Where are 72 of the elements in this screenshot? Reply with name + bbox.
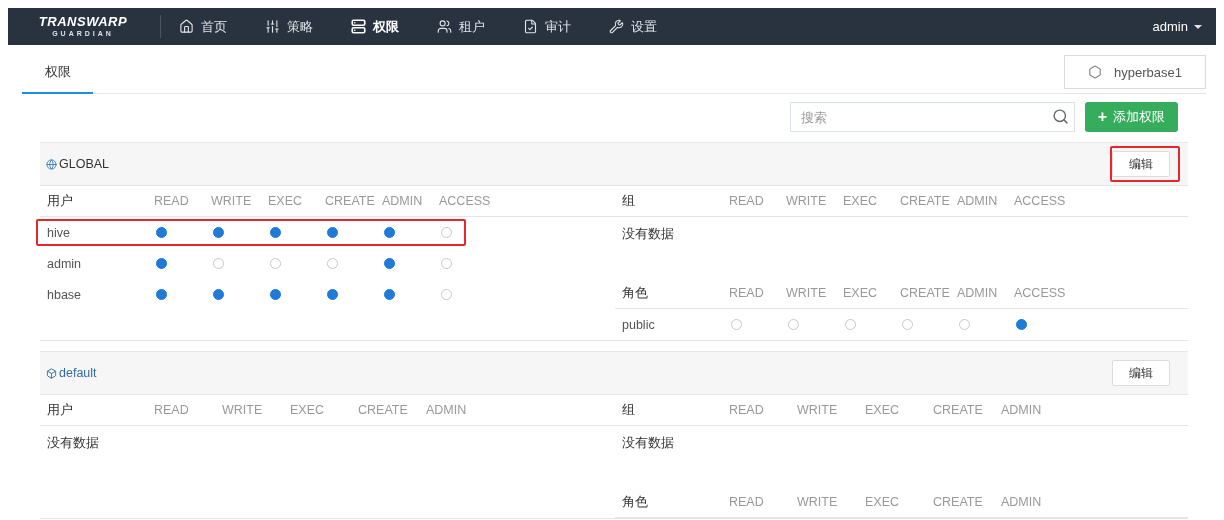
column-header: 角色 [622,284,649,302]
section-title: default [59,366,97,380]
edit-button[interactable]: 编辑 [1112,151,1170,177]
nav-item[interactable]: 租户 [437,13,485,40]
caret-icon [1194,24,1202,29]
empty-text: 没有数据 [46,435,100,452]
column-header: READ [729,286,765,300]
column-header: EXEC [865,495,901,509]
column-header: WRITE [786,194,828,208]
users-icon [437,19,452,34]
nav-item[interactable]: 审计 [523,13,571,40]
service-selector[interactable]: hyperbase1 [1064,55,1206,89]
user-menu[interactable]: admin [1152,19,1202,34]
tab[interactable]: 权限 [22,51,93,94]
column-header: EXEC [290,403,326,417]
nav-item[interactable]: 权限 [351,13,399,40]
user-name: hive [47,225,71,240]
empty-text: 没有数据 [621,226,675,243]
column-header: 角色 [622,493,649,511]
file-check-icon [523,19,538,34]
column-header: READ [729,403,765,417]
column-header: CREATE [325,194,376,208]
column-header: CREATE [358,403,409,417]
column-header: ACCESS [1014,194,1067,208]
column-header: 用户 [47,401,74,419]
column-header: EXEC [268,194,304,208]
column-header: CREATE [900,286,951,300]
nav-item[interactable]: 策略 [265,13,313,40]
user-name: admin [47,256,83,271]
column-header: ADMIN [426,403,468,417]
column-header: 用户 [47,192,74,210]
nav-item[interactable]: 设置 [609,13,657,40]
server-icon [351,19,366,34]
column-header: WRITE [222,403,264,417]
globe-icon [46,158,57,170]
user-name: public [622,317,656,332]
column-header: READ [729,194,765,208]
section-title: GLOBAL [59,157,110,171]
service-icon [1088,65,1102,79]
wrench-icon [609,19,624,34]
column-header: WRITE [786,286,828,300]
column-header: CREATE [933,495,984,509]
column-header: WRITE [797,403,839,417]
column-header: READ [154,403,190,417]
nav-item[interactable]: 首页 [179,13,227,40]
column-header: EXEC [843,286,879,300]
column-header: CREATE [900,194,951,208]
column-header: ADMIN [382,194,424,208]
search-icon [1052,108,1069,125]
column-header: 组 [622,192,636,210]
empty-text: 没有数据 [621,435,675,452]
sliders-icon [265,19,280,34]
column-header: ADMIN [957,286,999,300]
column-header: WRITE [797,495,839,509]
cube-icon [46,367,57,379]
user-name: hbase [47,287,83,302]
column-header: CREATE [933,403,984,417]
column-header: EXEC [865,403,901,417]
column-header: READ [729,495,765,509]
search-field[interactable]: 搜索 [790,102,1075,132]
column-header: ADMIN [957,194,999,208]
column-header: 组 [622,401,636,419]
column-header: ACCESS [439,194,492,208]
column-header: READ [154,194,190,208]
column-header: ADMIN [1001,495,1043,509]
edit-button[interactable]: 编辑 [1112,360,1170,386]
column-header: EXEC [843,194,879,208]
logo-title: TRANSWARP [38,15,128,29]
column-header: ACCESS [1014,286,1067,300]
column-header: ADMIN [1001,403,1043,417]
house-icon [179,19,194,34]
column-header: WRITE [211,194,253,208]
